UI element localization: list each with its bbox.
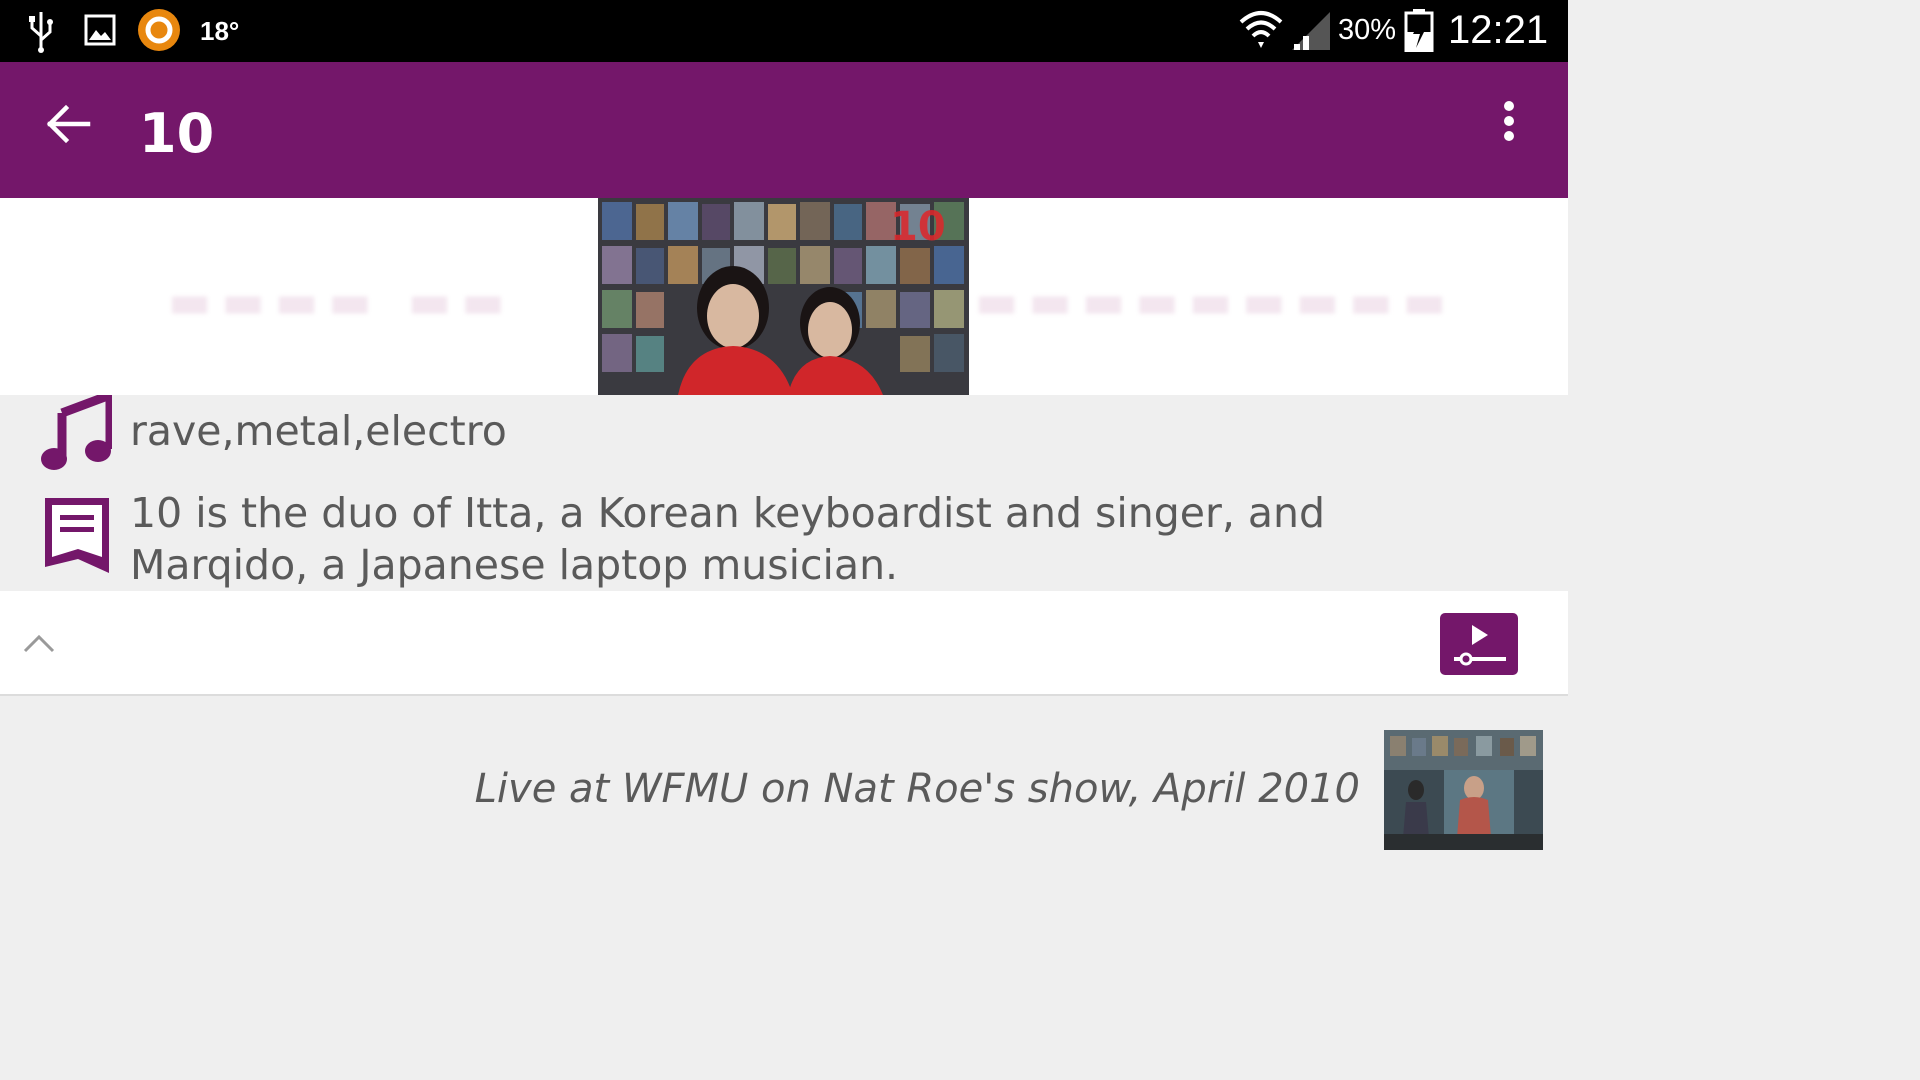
artist-banner: ▬▬▬▬ ▬▬ ▬▬▬▬▬▬▬▬▬ 10: [0, 198, 1568, 395]
temperature-text: 18°: [200, 16, 240, 46]
gallery-icon: [84, 14, 116, 46]
play-video-button[interactable]: [1440, 613, 1518, 675]
artist-description: 10 is the duo of Itta, a Korean keyboard…: [130, 489, 1326, 589]
app-bar: 10: [0, 62, 1568, 198]
page-title: 10: [139, 102, 215, 165]
wifi-icon: [1239, 11, 1283, 48]
description-icon: [45, 498, 109, 573]
back-arrow-icon[interactable]: [40, 96, 100, 156]
signal-icon: [1292, 12, 1330, 50]
battery-percent: 30%: [1338, 14, 1397, 46]
track-thumbnail: [1384, 730, 1543, 850]
track-caption: Live at WFMU on Nat Roe's show, April 20…: [474, 766, 1360, 812]
artist-photo: 10: [598, 198, 969, 395]
player-controls: [0, 591, 1568, 696]
banner-ghost-text-left: ▬▬▬▬ ▬▬: [168, 274, 515, 328]
banner-ghost-text-right: ▬▬▬▬▬▬▬▬▬: [975, 274, 1457, 328]
track-row[interactable]: Live at WFMU on Nat Roe's show, April 20…: [0, 698, 1568, 882]
clock: 12:21: [1448, 8, 1549, 52]
genre-text: rave,metal,electro: [130, 407, 507, 455]
chevron-up-icon[interactable]: [22, 631, 56, 655]
battery-charging-icon: [1404, 9, 1434, 52]
artist-info: rave,metal,electro 10 is the duo of Itta…: [0, 395, 1568, 591]
music-note-icon: [41, 395, 112, 470]
weather-app-icon: [138, 9, 180, 51]
status-bar: 18° 30% 12:21: [0, 0, 1568, 62]
video-player-icon: [1454, 625, 1506, 666]
svg-text:10: 10: [890, 204, 946, 250]
usb-icon: [29, 12, 53, 53]
overflow-menu-icon[interactable]: [1494, 96, 1524, 156]
